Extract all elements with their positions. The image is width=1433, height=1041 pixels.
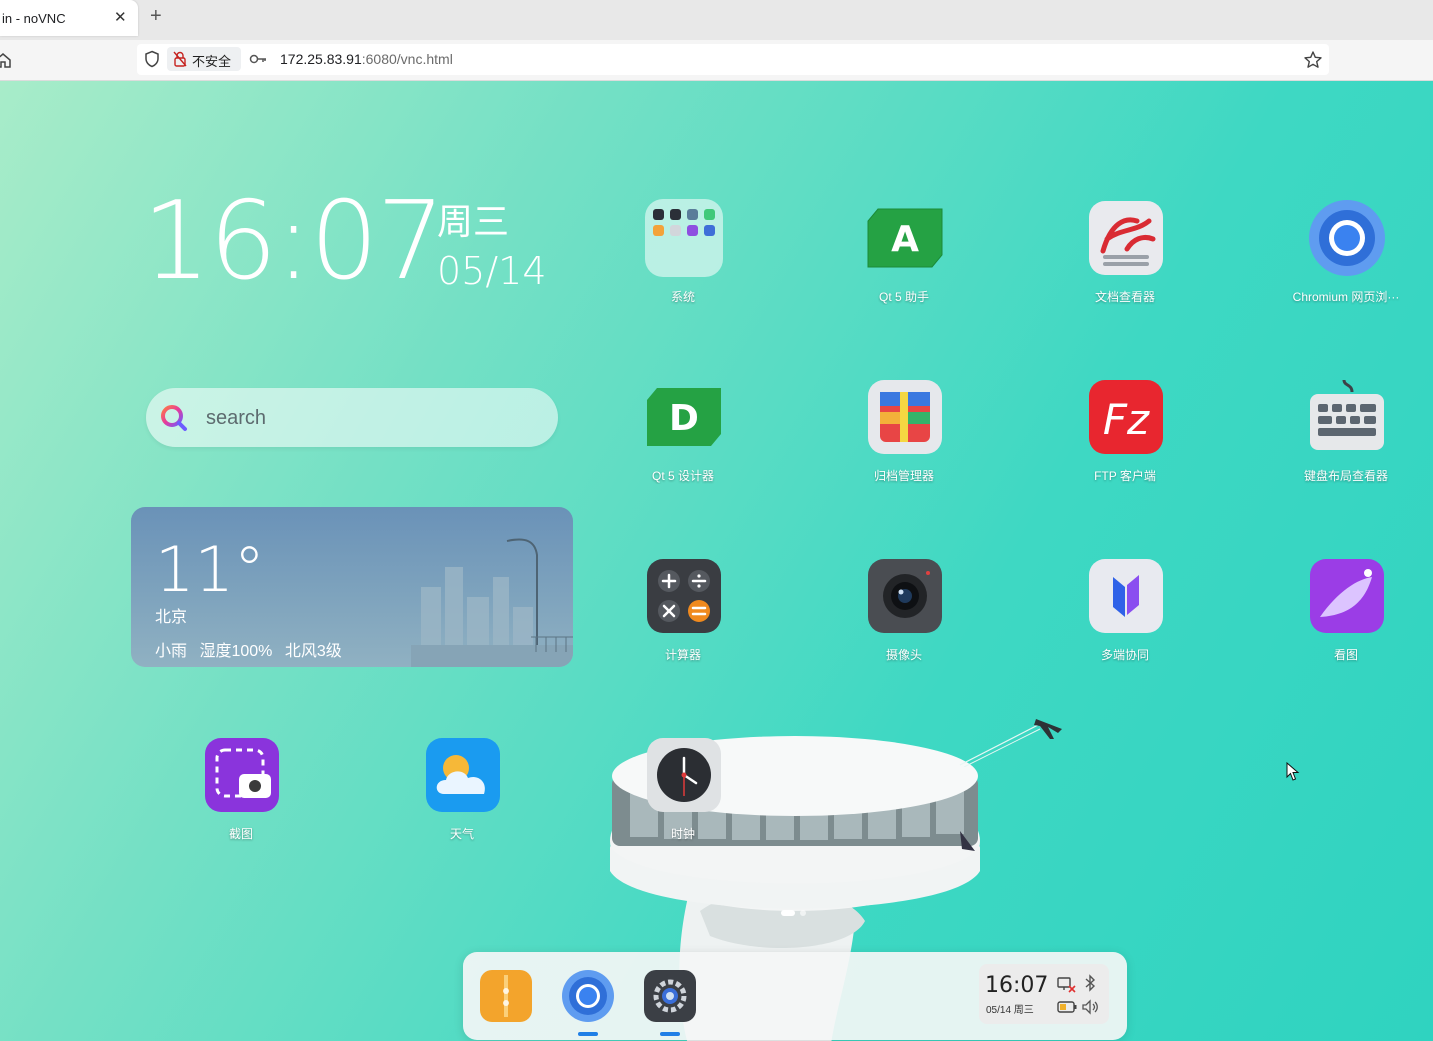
app-document-viewer[interactable]: 文档查看器 [1045, 199, 1205, 329]
screenshot-icon [205, 738, 279, 812]
document-viewer-icon [1089, 201, 1163, 275]
app-label: 多端协同 [1100, 648, 1149, 662]
shield-icon[interactable] [143, 50, 161, 68]
app-archive-manager[interactable]: 归档管理器 [824, 378, 984, 508]
app-label: 系统 [670, 290, 695, 304]
system-tray[interactable]: 16:07 05/14 周三 [979, 964, 1109, 1024]
svg-text:Fz: Fz [1103, 395, 1150, 444]
svg-text:A: A [891, 219, 919, 260]
app-image-viewer[interactable]: 看图 [1266, 557, 1426, 687]
search-icon [161, 405, 187, 431]
app-multi-device[interactable]: 多端协同 [1045, 557, 1205, 687]
app-label: 时钟 [670, 827, 695, 841]
chromium-dock-icon[interactable] [561, 969, 615, 1023]
archive-manager-icon [868, 380, 942, 454]
insecure-lock-icon [173, 51, 187, 67]
browser-tab[interactable]: in - noVNC ✕ [0, 0, 138, 36]
clock-widget-weekday: 周三 [437, 201, 510, 242]
clock-icon [647, 738, 721, 812]
clock-widget-date: 05/14 [437, 249, 547, 293]
new-tab-button[interactable]: + [150, 5, 162, 28]
multi-device-icon [1089, 559, 1163, 633]
bluetooth-icon[interactable] [1083, 974, 1097, 992]
qt-assistant-icon: A [867, 208, 943, 268]
tab-close-icon[interactable]: ✕ [114, 8, 127, 26]
app-system[interactable]: 系统 [603, 199, 763, 329]
app-qt-designer[interactable]: D Qt 5 设计器 [603, 378, 763, 508]
mouse-cursor-icon [1286, 762, 1300, 781]
file-manager-icon[interactable] [479, 969, 533, 1023]
security-label: 不安全 [192, 54, 232, 69]
search-input[interactable] [204, 397, 538, 439]
bookmark-star-icon[interactable] [1303, 50, 1323, 70]
url-text[interactable]: 172.25.83.91:6080/vnc.html [280, 51, 453, 67]
airplane-wallpaper-art [959, 719, 1062, 767]
app-label: 截图 [228, 827, 253, 841]
app-screenshot[interactable]: 截图 [161, 736, 321, 866]
weather-temperature: 11° [155, 533, 265, 606]
app-label: 键盘布局查看器 [1303, 469, 1388, 483]
image-viewer-icon [1310, 559, 1384, 633]
app-ftp-client[interactable]: Fz FTP 客户端 [1045, 378, 1205, 508]
app-weather[interactable]: 天气 [382, 736, 542, 866]
camera-icon [868, 559, 942, 633]
system-folder-icon [645, 199, 723, 277]
app-label: 看图 [1333, 648, 1358, 662]
volume-icon[interactable] [1081, 999, 1099, 1015]
network-disconnected-icon[interactable] [1057, 976, 1077, 994]
calculator-icon [647, 559, 721, 633]
url-path: :6080/vnc.html [361, 51, 453, 67]
running-indicator [578, 1032, 598, 1036]
battery-icon[interactable] [1057, 1000, 1077, 1014]
clock-widget-time: 16:07 [142, 179, 445, 304]
ftp-client-icon: Fz [1089, 380, 1163, 454]
app-chromium[interactable]: Chromium 网页浏··· [1266, 199, 1426, 329]
app-qt-assistant[interactable]: A Qt 5 助手 [824, 199, 984, 329]
app-label: 计算器 [664, 648, 701, 662]
desktop-search-box[interactable] [146, 388, 558, 447]
url-host: 172.25.83.91 [280, 51, 362, 67]
app-label: FTP 客户端 [1094, 469, 1156, 483]
app-clock[interactable]: 时钟 [603, 736, 763, 866]
remote-desktop[interactable]: 16:07 周三 05/14 11° 北京 小雨 湿度100% 北风3级 [0, 81, 1433, 1041]
app-calculator[interactable]: 计算器 [603, 557, 763, 687]
home-icon[interactable] [0, 51, 12, 69]
tab-title: in - noVNC [2, 11, 66, 26]
page-indicator[interactable] [781, 909, 811, 917]
weather-icon [426, 738, 500, 812]
tray-clock-date[interactable]: 05/14 周三 [986, 1001, 1034, 1016]
app-label: Chromium 网页浏··· [1292, 290, 1400, 304]
city-skyline-art [411, 538, 573, 667]
weather-details: 小雨 湿度100% 北风3级 [155, 643, 342, 660]
app-camera[interactable]: 摄像头 [824, 557, 984, 687]
qt-designer-icon: D [647, 388, 721, 446]
app-label: Qt 5 助手 [878, 290, 929, 304]
app-label: 归档管理器 [873, 469, 934, 483]
browser-toolbar: 不安全 172.25.83.91:6080/vnc.html [0, 40, 1433, 81]
chromium-icon [1309, 200, 1385, 276]
tray-clock-time[interactable]: 16:07 [985, 973, 1048, 998]
running-indicator [660, 1032, 680, 1036]
browser-tab-strip: in - noVNC ✕ + [0, 0, 1433, 40]
taskbar-dock: 16:07 05/14 周三 [463, 952, 1127, 1040]
security-chip[interactable]: 不安全 [167, 47, 241, 71]
app-label: 文档查看器 [1094, 290, 1155, 304]
weather-city: 北京 [155, 609, 188, 626]
svg-text:D: D [669, 398, 699, 439]
keyboard-layout-icon [1310, 379, 1384, 450]
app-label: 天气 [449, 827, 474, 841]
app-label: Qt 5 设计器 [651, 469, 714, 483]
app-label: 摄像头 [885, 648, 922, 662]
weather-widget[interactable]: 11° 北京 小雨 湿度100% 北风3级 [131, 507, 573, 667]
settings-icon[interactable] [643, 969, 697, 1023]
address-bar[interactable]: 不安全 172.25.83.91:6080/vnc.html [137, 44, 1329, 75]
app-keyboard-layout[interactable]: 键盘布局查看器 [1266, 378, 1426, 508]
key-icon[interactable] [249, 51, 267, 67]
